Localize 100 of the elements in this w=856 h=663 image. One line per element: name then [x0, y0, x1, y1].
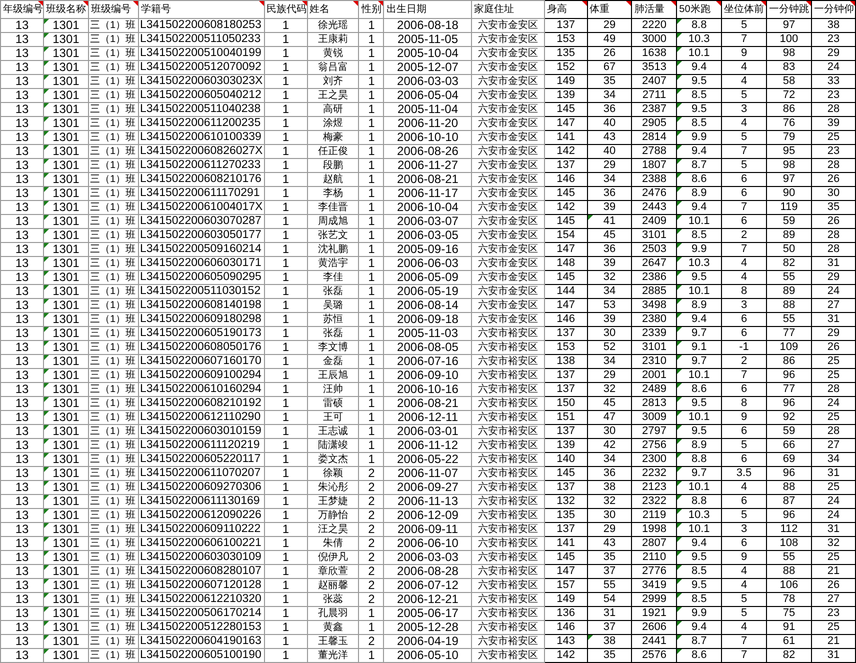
- table-cell: 1: [358, 452, 384, 466]
- table-cell: 三（1）班: [88, 242, 138, 256]
- table-cell: 1: [264, 480, 308, 494]
- table-cell: 1: [358, 32, 384, 46]
- table-cell: 24: [811, 396, 856, 410]
- error-indicator-icon: [677, 467, 682, 472]
- table-cell: 2999: [632, 592, 677, 606]
- table-cell: 24: [811, 494, 856, 508]
- table-cell: 三（1）班: [88, 340, 138, 354]
- table-cell: 2503: [632, 242, 677, 256]
- table-cell: 1: [264, 396, 308, 410]
- table-cell: 45: [587, 228, 632, 242]
- table-cell: 1: [358, 18, 384, 32]
- table-cell: 六安市金安区: [472, 116, 544, 130]
- table-cell: 2387: [632, 102, 677, 116]
- table-cell: 1: [358, 214, 384, 228]
- table-cell: 1: [264, 74, 308, 88]
- table-cell: 六安市裕安区: [472, 578, 544, 592]
- table-cell: 9.4: [676, 536, 722, 550]
- table-cell: 金磊: [307, 354, 359, 368]
- table-cell: 1: [358, 46, 384, 60]
- table-cell: 145: [544, 270, 588, 284]
- table-cell: 1301: [44, 606, 88, 620]
- error-indicator-icon: [44, 425, 49, 430]
- table-cell: 2339: [632, 326, 677, 340]
- table-cell: 109: [766, 340, 812, 354]
- table-cell: L341502200611270233: [138, 158, 264, 172]
- table-cell: 137: [544, 382, 588, 396]
- table-cell: 13: [0, 578, 44, 592]
- table-cell: 1301: [44, 480, 88, 494]
- table-cell: 29: [587, 18, 632, 32]
- table-cell: 142: [544, 144, 588, 158]
- table-cell: 9.5: [676, 74, 722, 88]
- table-cell: 6: [722, 312, 766, 326]
- table-cell: 1: [358, 354, 384, 368]
- table-cell: 9.5: [676, 550, 722, 564]
- column-header: 肺活量: [632, 0, 677, 18]
- table-cell: 三（1）班: [88, 186, 138, 200]
- table-cell: 2006-09-27: [384, 480, 472, 494]
- table-cell: 2005-10-04: [384, 46, 472, 60]
- error-indicator-icon: [44, 145, 49, 150]
- error-indicator-icon: [44, 355, 49, 360]
- table-cell: 1301: [44, 270, 88, 284]
- table-cell: 9.7: [676, 354, 722, 368]
- table-cell: 2006-08-21: [384, 172, 472, 186]
- table-cell: 1: [264, 634, 308, 648]
- table-cell: 王之昊: [307, 88, 359, 102]
- table-cell: 6: [722, 494, 766, 508]
- table-cell: 3: [722, 522, 766, 536]
- table-cell: L341502200608050176: [138, 340, 264, 354]
- table-cell: L341502200511040238: [138, 102, 264, 116]
- table-cell: 1: [264, 522, 308, 536]
- table-cell: 25: [811, 130, 856, 144]
- table-cell: 145: [544, 214, 588, 228]
- table-cell: 75: [766, 606, 812, 620]
- error-indicator-icon: [44, 341, 49, 346]
- error-indicator-icon: [44, 593, 49, 598]
- table-cell: 涂煜: [307, 116, 359, 130]
- table-cell: 148: [544, 256, 588, 270]
- table-cell: 3009: [632, 410, 677, 424]
- error-indicator-icon: [44, 75, 49, 80]
- table-cell: 六安市金安区: [472, 158, 544, 172]
- error-indicator-icon: [588, 215, 593, 220]
- table-cell: 2006-12-09: [384, 508, 472, 522]
- table-cell: 三（1）班: [88, 466, 138, 480]
- table-cell: 106: [766, 578, 812, 592]
- table-cell: 1: [358, 620, 384, 634]
- table-cell: 2322: [632, 494, 677, 508]
- table-cell: 2220: [632, 18, 677, 32]
- table-cell: 1: [358, 158, 384, 172]
- table-cell: 三（1）班: [88, 648, 138, 662]
- table-cell: 张蕊: [307, 592, 359, 606]
- table-cell: 1: [264, 326, 308, 340]
- error-indicator-icon: [588, 635, 593, 640]
- table-cell: 六安市裕安区: [472, 410, 544, 424]
- table-cell: 1: [264, 228, 308, 242]
- table-cell: 1301: [44, 172, 88, 186]
- table-cell: 三（1）班: [88, 480, 138, 494]
- table-cell: 8.5: [676, 88, 722, 102]
- table-cell: 29: [587, 368, 632, 382]
- table-cell: 1: [264, 270, 308, 284]
- table-cell: 88: [766, 564, 812, 578]
- table-cell: 1: [264, 424, 308, 438]
- table-cell: 7: [722, 32, 766, 46]
- table-cell: 147: [544, 116, 588, 130]
- table-cell: 25: [811, 550, 856, 564]
- table-cell: 三（1）班: [88, 102, 138, 116]
- error-indicator-icon: [677, 19, 682, 24]
- table-cell: 2776: [632, 564, 677, 578]
- table-cell: 2006-03-07: [384, 214, 472, 228]
- table-cell: 97: [766, 18, 812, 32]
- table-cell: 4: [722, 74, 766, 88]
- table-cell: 2: [358, 592, 384, 606]
- table-cell: 26: [811, 340, 856, 354]
- table-cell: 30: [811, 186, 856, 200]
- table-cell: 4: [722, 480, 766, 494]
- table-cell: 六安市裕安区: [472, 382, 544, 396]
- table-cell: 55: [766, 312, 812, 326]
- table-cell: 31: [811, 466, 856, 480]
- table-cell: L341502200611130169: [138, 494, 264, 508]
